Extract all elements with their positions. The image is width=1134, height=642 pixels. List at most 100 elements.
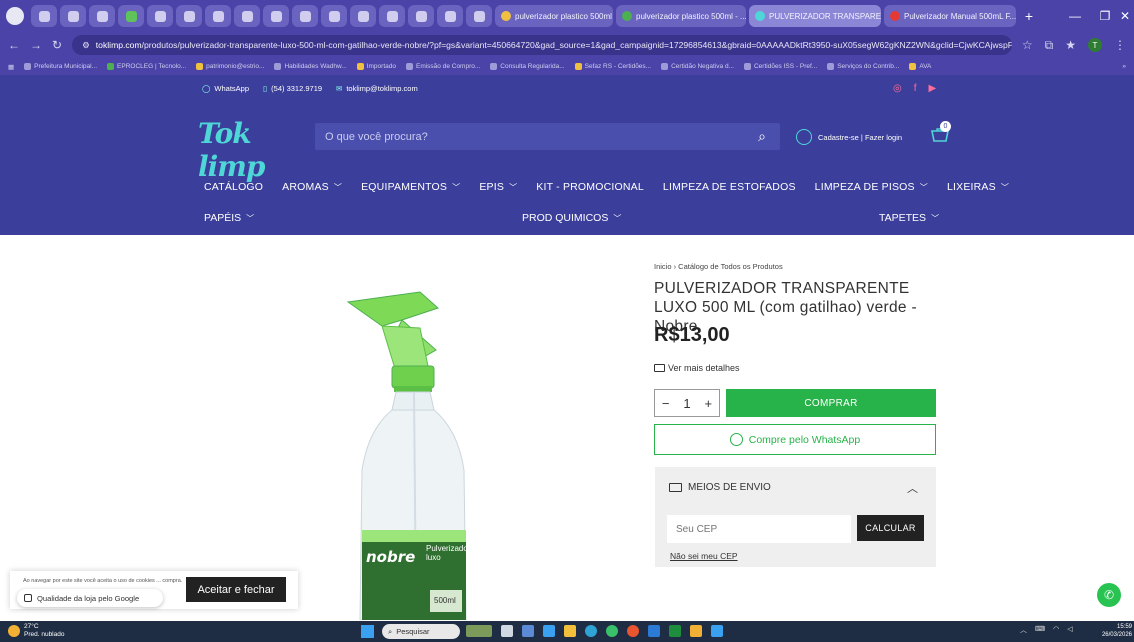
photos-icon[interactable] [711, 625, 723, 637]
browser-profile-icon[interactable] [6, 7, 24, 25]
browser-tab[interactable] [234, 5, 260, 27]
calculate-shipping-button[interactable]: CALCULAR [857, 515, 924, 541]
bookmark[interactable]: Emissão de Compro... [405, 62, 480, 70]
nav-item-papeis[interactable]: PAPÉIS ﹀ [204, 212, 254, 224]
no-cep-link[interactable]: Não sei meu CEP [670, 551, 738, 561]
account-label[interactable]: Cadastre-se | Fazer login [818, 133, 902, 142]
browser-tab[interactable] [408, 5, 434, 27]
browser-tab[interactable] [60, 5, 86, 27]
weather-widget[interactable]: 27°C Pred. nublado [8, 623, 64, 639]
browser-tab[interactable] [89, 5, 115, 27]
nav-item-catalogo[interactable]: CATÁLOGO [204, 181, 263, 193]
bookmark[interactable]: Habilidades Wadhw... [274, 62, 347, 70]
nav-item-equipamentos[interactable]: EQUIPAMENTOS ﹀ [361, 181, 460, 193]
browser-tab[interactable] [379, 5, 405, 27]
bookmark[interactable]: EPROCLEG | Tecnolo... [107, 62, 186, 70]
apps-icon[interactable]: ▦ [8, 63, 14, 71]
close-window-button[interactable]: ✕ [1108, 0, 1134, 32]
bookmark[interactable]: Importado [356, 62, 396, 70]
excel-icon[interactable] [669, 625, 681, 637]
browser-tab[interactable]: pulverizador plastico 500ml n... ✕ [495, 5, 613, 27]
accept-cookies-button[interactable]: Aceitar e fechar [186, 577, 286, 602]
browser-tab[interactable] [176, 5, 202, 27]
app-icon[interactable] [522, 625, 534, 637]
taskbar-search[interactable]: ⌕ Pesquisar [382, 624, 460, 639]
nav-item-lixeiras[interactable]: LIXEIRAS ﹀ [947, 181, 1009, 193]
browser-tab[interactable]: pulverizador plastico 500ml - ... ✕ [616, 5, 746, 27]
browser-tab[interactable] [31, 5, 57, 27]
browser-tab[interactable] [437, 5, 463, 27]
search-input[interactable] [325, 130, 754, 143]
reload-icon[interactable]: ↻ [52, 38, 62, 52]
favorites-icon[interactable]: ★ [1065, 38, 1076, 52]
bookmark[interactable]: patrimonio@estrio... [196, 62, 264, 70]
forward-icon[interactable]: → [30, 38, 42, 52]
task-view-icon[interactable] [501, 625, 513, 637]
bookmark-star-icon[interactable]: ☆ [1022, 38, 1033, 52]
browser-tab[interactable] [205, 5, 231, 27]
widgets-icon[interactable] [466, 625, 492, 637]
back-icon[interactable]: ← [8, 38, 20, 52]
bookmark[interactable]: Certidão Negativa d... [661, 62, 734, 70]
cart-button[interactable]: 0 [930, 121, 952, 145]
browser-tab[interactable] [321, 5, 347, 27]
edge-icon[interactable] [585, 625, 597, 637]
nav-item-epis[interactable]: EPIS ﹀ [479, 181, 517, 193]
menu-icon[interactable]: ⋮ [1114, 38, 1126, 52]
shipping-header[interactable]: MEIOS DE ENVIO [669, 482, 771, 493]
site-info-icon[interactable]: ⚙ [82, 40, 90, 51]
bookmark[interactable]: Prefeitura Municipal... [24, 62, 97, 70]
quantity-value[interactable]: 1 [683, 396, 690, 411]
whatsapp-taskbar-icon[interactable] [606, 625, 618, 637]
details-link[interactable]: Ver mais detalhes [654, 363, 740, 373]
bookmark[interactable]: Sefaz RS - Certidões... [574, 62, 651, 70]
phone-contact[interactable]: ▯ (54) 3312.9719 [263, 84, 322, 93]
browser-tab[interactable] [147, 5, 173, 27]
youtube-icon[interactable]: ▶ [929, 83, 937, 94]
bookmark[interactable]: Certidões ISS - Pref... [743, 62, 817, 70]
facebook-icon[interactable]: f [914, 83, 917, 94]
whatsapp-buy-button[interactable]: Compre pelo WhatsApp [654, 424, 936, 455]
minimize-button[interactable]: — [1058, 0, 1092, 32]
url-field[interactable]: ⚙ toklimp.com /produtos/pulverizador-tra… [72, 35, 1012, 55]
buy-button[interactable]: COMPRAR [726, 389, 936, 417]
browser-tab[interactable] [350, 5, 376, 27]
wifi-icon[interactable]: ◠ [1053, 625, 1059, 635]
extensions-icon[interactable]: ⧉ [1045, 38, 1054, 53]
browser-tab[interactable] [292, 5, 318, 27]
browser-tab[interactable] [118, 5, 144, 27]
decrease-quantity-button[interactable]: − [662, 396, 670, 411]
nav-item-limpeza-estofados[interactable]: LIMPEZA DE ESTOFADOS [663, 181, 796, 193]
browser-tab[interactable]: Pulverizador Manual 500mL F... ✕ [884, 5, 1016, 27]
volume-icon[interactable]: ◁ [1067, 625, 1072, 635]
cep-input[interactable] [667, 515, 851, 543]
nav-item-kit-promocional[interactable]: KIT - PROMOCIONAL [536, 181, 644, 193]
profile-avatar[interactable]: T [1088, 38, 1102, 52]
breadcrumb[interactable]: Inicio › Catálogo de Todos os Produtos [654, 262, 783, 271]
nav-item-limpeza-pisos[interactable]: LIMPEZA DE PISOS ﹀ [815, 181, 928, 193]
chrome-icon[interactable] [627, 625, 639, 637]
app-icon[interactable] [543, 625, 555, 637]
nav-item-aromas[interactable]: AROMAS ﹀ [282, 181, 342, 193]
email-contact[interactable]: ✉ toklimp@toklimp.com [336, 84, 418, 93]
windows-start-icon[interactable] [361, 625, 374, 638]
language-icon[interactable]: ⌨ [1035, 625, 1045, 635]
browser-tab[interactable] [263, 5, 289, 27]
site-logo[interactable]: Tok limp [198, 117, 298, 183]
nav-item-tapetes[interactable]: TAPETES ﹀ [879, 212, 939, 224]
search-icon[interactable]: ⌕ [754, 128, 770, 145]
tray-chevron-icon[interactable]: ︿ [1020, 625, 1027, 635]
account-links[interactable]: Cadastre-se | Fazer login [796, 129, 902, 145]
product-image[interactable]: nobre Pulverizador luxo 500ml [310, 280, 490, 621]
browser-tab-active[interactable]: PULVERIZADOR TRANSPAREN... ✕ [749, 5, 881, 27]
app-icon[interactable] [690, 625, 702, 637]
nav-item-prod-quimicos[interactable]: PROD QUIMICOS ﹀ [522, 212, 621, 224]
browser-tab[interactable] [466, 5, 492, 27]
instagram-icon[interactable]: ◎ [893, 83, 902, 94]
whatsapp-float-button[interactable]: ✆ [1097, 583, 1121, 607]
whatsapp-contact[interactable]: ◯ WhatsApp [202, 84, 249, 93]
bookmark[interactable]: Consulta Regularida... [490, 62, 565, 70]
clock[interactable]: 15:59 26/03/2026 [1094, 623, 1132, 639]
google-store-quality-badge[interactable]: Qualidade da loja pelo Google [17, 589, 163, 607]
new-tab-button[interactable]: + [1019, 6, 1039, 26]
